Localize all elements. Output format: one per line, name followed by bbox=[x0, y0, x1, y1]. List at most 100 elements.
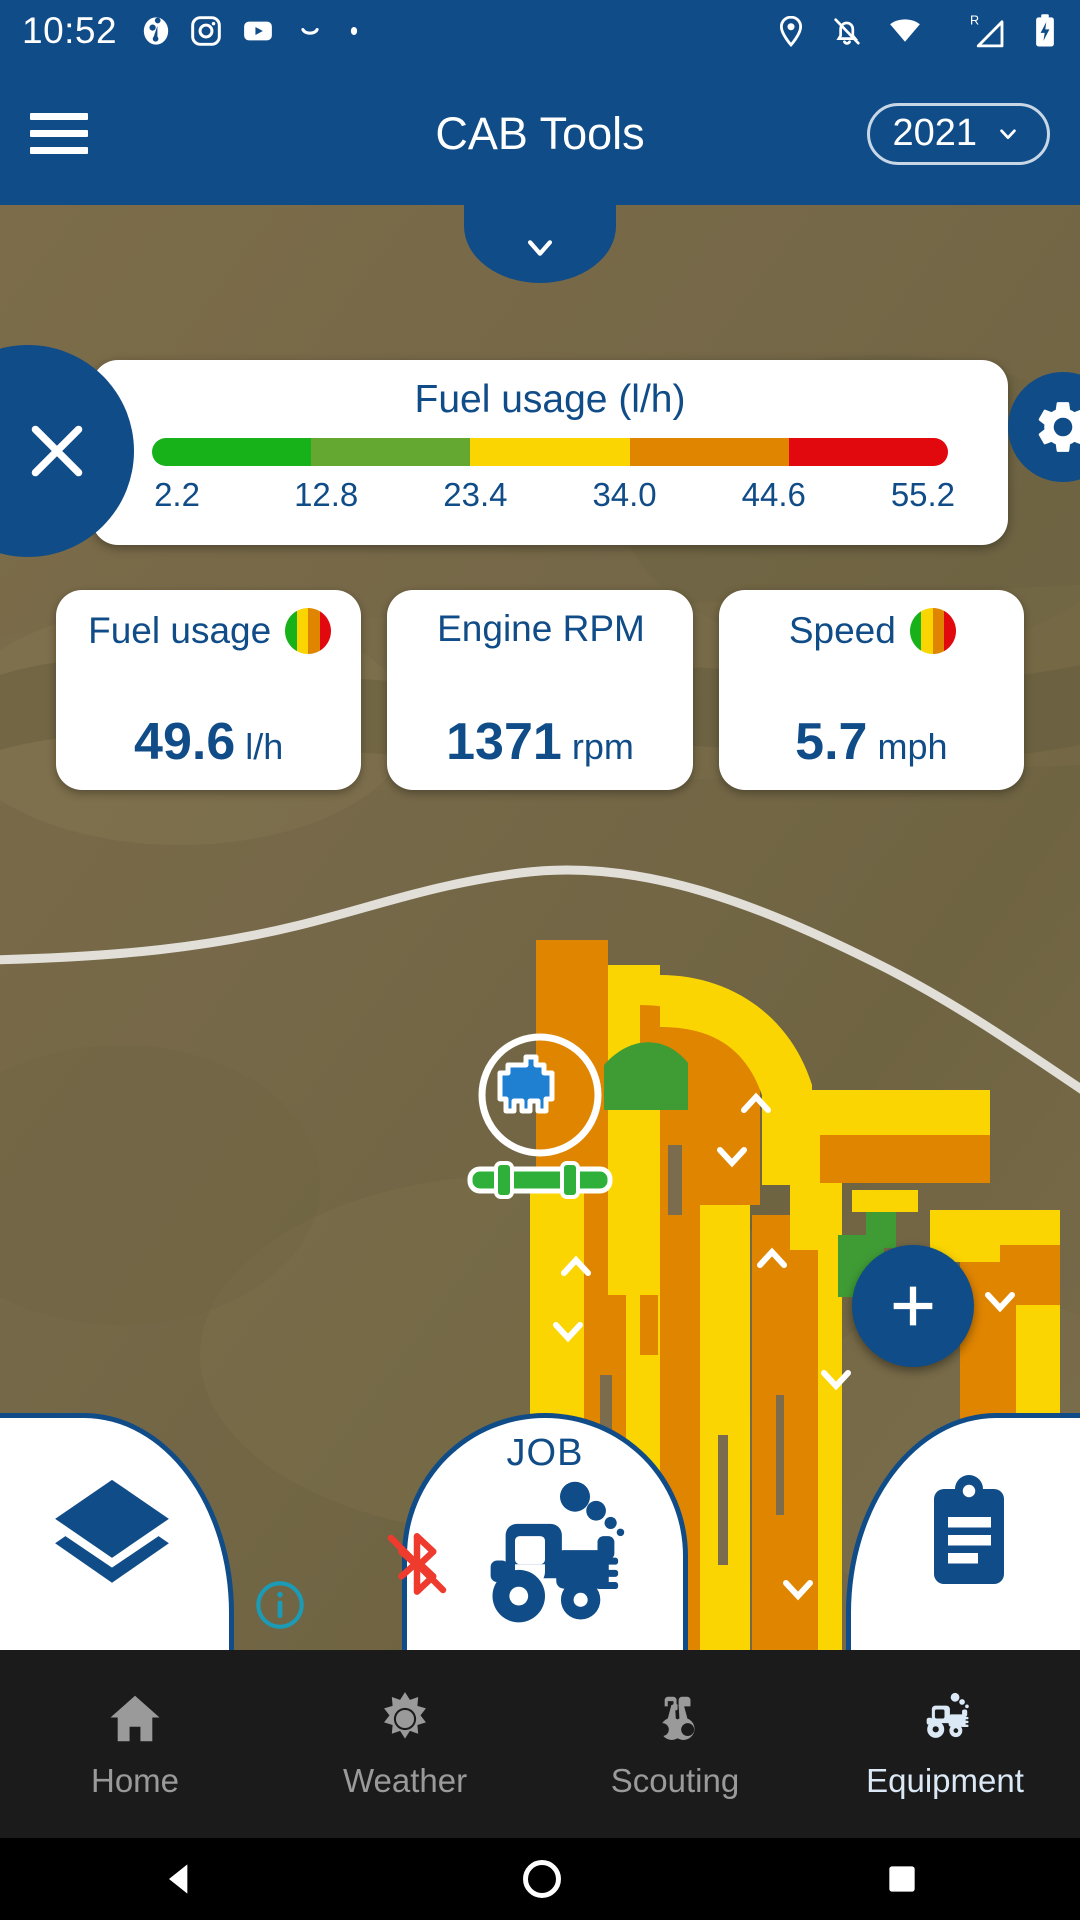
status-bar: 10:52 R bbox=[0, 0, 1080, 62]
status-notification-icons bbox=[139, 14, 365, 48]
metric-unit: mph bbox=[877, 726, 948, 767]
bluetooth-disabled-icon bbox=[387, 1533, 447, 1595]
metric-label: Speed bbox=[788, 610, 896, 651]
swatch-band bbox=[285, 608, 297, 654]
metric-unit: l/h bbox=[245, 726, 284, 767]
swatch-band bbox=[932, 608, 945, 654]
layers-icon bbox=[54, 1479, 169, 1583]
legend-tick-0: 2.2 bbox=[154, 476, 200, 513]
swatch-band bbox=[296, 608, 309, 654]
swatch-band bbox=[921, 608, 933, 654]
metric-value-row: 5.7 mph bbox=[719, 712, 1024, 772]
hamburger-menu-icon[interactable] bbox=[30, 113, 88, 154]
clipboard-icon bbox=[933, 1475, 1004, 1584]
status-system-icons: R bbox=[774, 12, 1058, 50]
legend-tick-3: 34.0 bbox=[592, 476, 657, 513]
legend-title: Fuel usage (l/h) bbox=[414, 378, 686, 421]
metric-card-1[interactable]: Engine RPM 1371 rpm bbox=[387, 590, 693, 790]
legend-segment-1 bbox=[311, 438, 471, 466]
metric-color-swatch bbox=[909, 608, 956, 654]
app-root: Fuel usage (l/h) 2.2 12.8 23.4 34.0 44.6 55.2… bbox=[0, 0, 1080, 1920]
metric-color-swatch bbox=[285, 608, 332, 654]
metric-value: 1371 bbox=[446, 713, 562, 771]
map-action-bar: JOB bbox=[0, 1413, 1080, 1650]
legend-color-bar bbox=[152, 438, 948, 466]
map-info-button[interactable] bbox=[254, 1579, 306, 1636]
metric-label: Fuel usage bbox=[88, 610, 272, 651]
job-icon-group bbox=[387, 1477, 640, 1627]
gear-icon bbox=[1038, 402, 1080, 452]
dot-icon bbox=[350, 26, 358, 36]
job-button[interactable]: JOB bbox=[387, 1413, 688, 1650]
metric-card-0[interactable]: Fuel usage 49.6 l/h bbox=[56, 590, 362, 790]
add-button[interactable] bbox=[852, 1245, 974, 1367]
metric-value-row: 1371 rpm bbox=[387, 712, 692, 772]
battery-charging-icon bbox=[1036, 14, 1054, 47]
swatch-band bbox=[319, 608, 332, 654]
metric-card-header: Engine RPM bbox=[411, 608, 670, 650]
swipe-icon bbox=[301, 28, 319, 35]
info-icon bbox=[256, 1581, 304, 1629]
nav-item-label: Weather bbox=[342, 1762, 468, 1799]
chevron-down-icon bbox=[1000, 128, 1016, 139]
swatch-band bbox=[909, 608, 922, 654]
back-triangle-icon[interactable] bbox=[158, 1857, 202, 1901]
notes-button[interactable] bbox=[846, 1413, 1080, 1650]
svg-text:R: R bbox=[970, 14, 979, 28]
nav-item-weather[interactable]: Weather bbox=[270, 1650, 540, 1838]
metric-card-header: Speed bbox=[743, 608, 1002, 654]
legend-segment-0 bbox=[152, 438, 312, 466]
fuel-legend-panel: Fuel usage (l/h) 2.2 12.8 23.4 34.0 44.6 55.2 bbox=[0, 345, 1080, 557]
nav-item-scouting[interactable]: Scouting bbox=[540, 1650, 810, 1838]
legend-settings-button[interactable] bbox=[1008, 372, 1080, 482]
nav-item-label: Home bbox=[90, 1762, 180, 1799]
sun-icon bbox=[384, 1692, 426, 1739]
nav-item-home[interactable]: Home bbox=[0, 1650, 270, 1838]
metric-value: 49.6 bbox=[134, 713, 236, 771]
home-icon bbox=[110, 1695, 160, 1742]
youtube-icon bbox=[244, 21, 272, 41]
android-system-nav bbox=[0, 1838, 1080, 1920]
metric-card-2[interactable]: Speed 5.7 mph bbox=[718, 590, 1024, 790]
status-time: 10:52 bbox=[22, 10, 118, 51]
legend-segment-3 bbox=[629, 438, 789, 466]
bottom-navigation: Home Weather Scouting Equipment bbox=[0, 1650, 1080, 1838]
metric-value: 5.7 bbox=[795, 713, 868, 771]
binoculars-icon bbox=[655, 1696, 695, 1740]
legend-segment-2 bbox=[470, 438, 630, 466]
nav-item-label: Equipment bbox=[866, 1762, 1024, 1799]
app-bar: CAB Tools 2021 bbox=[0, 62, 1080, 205]
legend-segment-4 bbox=[788, 438, 948, 466]
metric-value-row: 49.6 l/h bbox=[56, 712, 361, 772]
legend-tick-1: 12.8 bbox=[294, 476, 359, 513]
legend-tick-2: 23.4 bbox=[443, 476, 508, 513]
job-label: JOB bbox=[506, 1432, 584, 1474]
chevron-down-icon bbox=[527, 240, 553, 256]
year-selector-value: 2021 bbox=[892, 112, 977, 154]
home-circle-icon[interactable] bbox=[519, 1856, 565, 1902]
tractor-icon bbox=[926, 1692, 969, 1738]
notifications-off-icon bbox=[834, 18, 860, 45]
metric-label: Engine RPM bbox=[437, 608, 645, 649]
swatch-band bbox=[308, 608, 320, 654]
plus-icon bbox=[893, 1286, 933, 1326]
recents-square-icon[interactable] bbox=[882, 1859, 922, 1899]
legend-tick-4: 44.6 bbox=[741, 476, 806, 513]
metric-card-header: Fuel usage bbox=[80, 608, 339, 654]
legend-tick-5: 55.2 bbox=[890, 476, 956, 513]
instagram-icon bbox=[191, 16, 221, 46]
metric-unit: rpm bbox=[571, 726, 634, 767]
legend-card: Fuel usage (l/h) 2.2 12.8 23.4 34.0 44.6 55.2 bbox=[92, 360, 1008, 545]
cellular-roaming-icon: R bbox=[970, 14, 1004, 48]
tractor-icon bbox=[490, 1481, 625, 1623]
layers-button[interactable] bbox=[0, 1413, 234, 1650]
wifi-icon bbox=[890, 19, 920, 42]
nav-item-equipment[interactable]: Equipment bbox=[810, 1650, 1080, 1838]
location-pin-icon bbox=[779, 15, 803, 48]
year-selector[interactable]: 2021 bbox=[867, 102, 1050, 165]
reddit-icon bbox=[143, 17, 169, 45]
legend-tick-labels: 2.2 12.8 23.4 34.0 44.6 55.2 bbox=[127, 476, 973, 514]
close-icon bbox=[31, 425, 83, 477]
metric-card-row: Fuel usage 49.6 l/h Engine RPM 1371 rpm Speed 5… bbox=[0, 590, 1080, 790]
nav-item-label: Scouting bbox=[610, 1762, 740, 1799]
